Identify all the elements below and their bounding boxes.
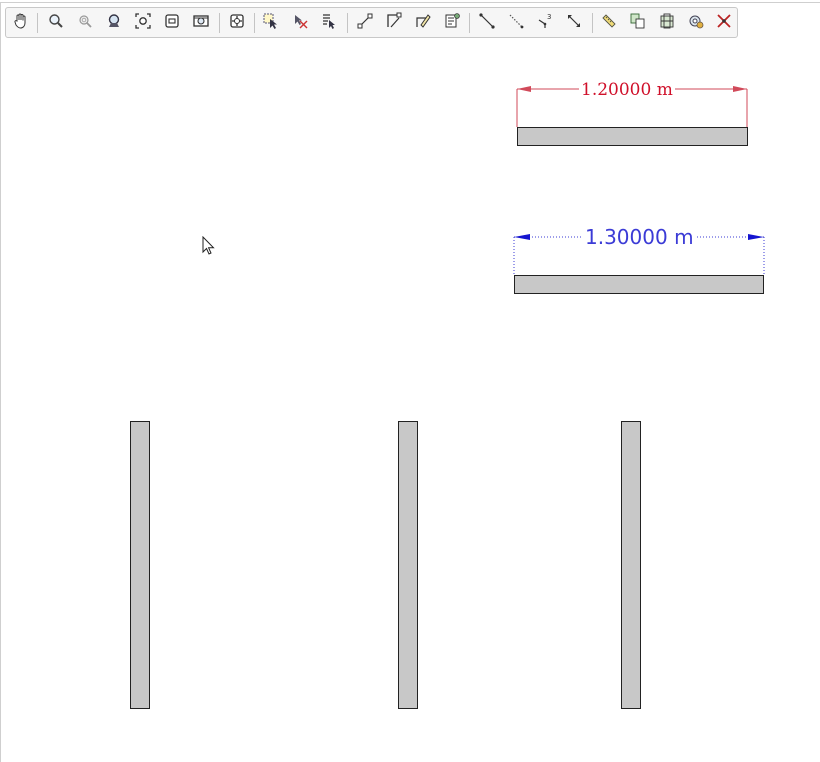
pan-to-selection-button[interactable] [226,12,248,34]
toolbar-separator [254,13,255,33]
zoom-in-icon [47,12,65,34]
deselect-button[interactable] [289,12,311,34]
mouse-cursor-icon [202,236,215,255]
ruler-button[interactable] [598,12,620,34]
svg-text:3: 3 [547,13,551,21]
dimension-properties-button[interactable] [441,12,463,34]
toolbar-separator [219,13,220,33]
beam-lower[interactable] [514,275,764,294]
toolbar-separator [37,13,38,33]
map-toolbar: 3 [5,7,738,38]
measure-line-button[interactable] [563,12,585,34]
zoom-full-icon [105,12,123,34]
window-top-border [0,2,820,3]
post-right[interactable] [621,421,641,709]
vertex-tool-icon: 3 [536,12,554,34]
blue-dimension-label[interactable]: 1.30000 m [583,226,696,248]
settings-icon [687,12,705,34]
zoom-to-selection-icon [163,12,181,34]
dotted-line-icon [507,12,525,34]
zoom-to-layer-button[interactable] [132,12,154,34]
delete-icon [715,12,733,34]
add-dimension-icon [356,12,374,34]
select-by-expression-icon [320,12,338,34]
line-snap-button[interactable] [476,12,498,34]
move-dimension-button[interactable] [383,12,405,34]
zoom-to-selection-button[interactable] [161,12,183,34]
add-dimension-button[interactable] [354,12,376,34]
select-by-expression-button[interactable] [318,12,340,34]
ruler-icon [600,12,618,34]
edit-dimension-button[interactable] [412,12,434,34]
copy-feature-button[interactable] [627,12,649,34]
measure-line-icon [565,12,583,34]
zoom-to-layer-icon [134,12,152,34]
pan-to-selection-icon [228,12,246,34]
settings-button[interactable] [685,12,707,34]
delete-button[interactable] [713,12,735,34]
toolbar-separator [347,13,348,33]
zoom-out-button[interactable] [74,12,96,34]
zoom-last-icon [192,12,210,34]
toolbar-separator [469,13,470,33]
edit-dimension-icon [414,12,432,34]
deselect-icon [291,12,309,34]
zoom-in-button[interactable] [45,12,67,34]
toolbar-separator [592,13,593,33]
select-feature-button[interactable] [260,12,282,34]
zoom-out-icon [76,12,94,34]
post-left[interactable] [130,421,150,709]
layer-tool-icon [658,12,676,34]
pan-icon [12,12,30,34]
vertex-tool-button[interactable]: 3 [534,12,556,34]
zoom-last-button[interactable] [190,12,212,34]
move-dimension-icon [385,12,403,34]
dimension-properties-icon [443,12,461,34]
dotted-line-button[interactable] [505,12,527,34]
zoom-full-button[interactable] [103,12,125,34]
post-middle[interactable] [398,421,418,709]
line-snap-icon [478,12,496,34]
beam-upper[interactable] [517,127,748,146]
select-feature-icon [262,12,280,34]
red-dimension-label[interactable]: 1.20000 m [579,81,675,99]
layer-tool-button[interactable] [656,12,678,34]
copy-feature-icon [629,12,647,34]
pan-button[interactable] [10,12,32,34]
map-canvas[interactable]: 1.20000 m 1.30000 m [0,40,820,762]
